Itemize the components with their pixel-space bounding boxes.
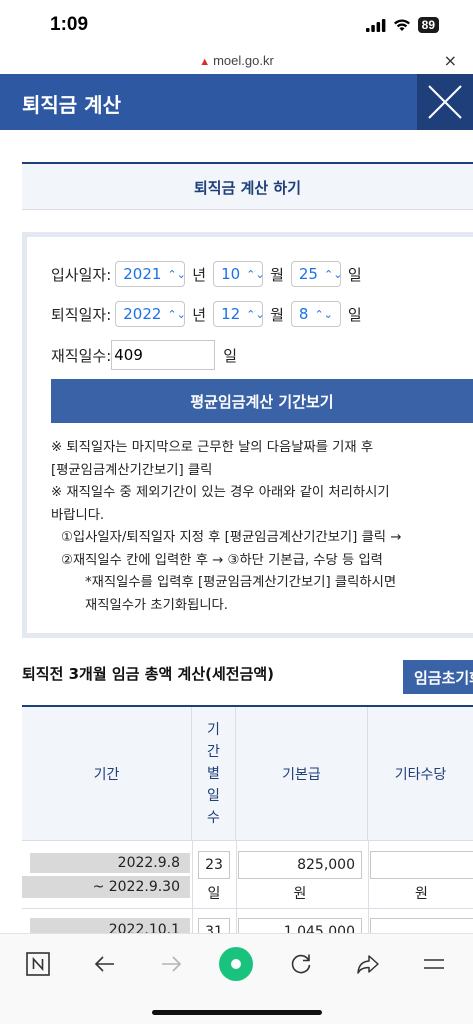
join-day-select[interactable]: 25 ⌃⌄	[290, 261, 343, 287]
header-period-days: 기 간 별 일 수	[192, 707, 236, 841]
table-row: 2022.10.1 31 1,045,000	[22, 910, 473, 933]
days-input[interactable]: 409	[111, 340, 216, 370]
unit-year: 년	[192, 305, 207, 324]
menu-icon	[424, 959, 444, 969]
home-indicator	[152, 1010, 322, 1015]
date-form: 입사일자: 2021 ⌃⌄ 년 10 ⌃⌄ 월 25 ⌃⌄ 일 퇴직일자: 2022 ⌃…	[22, 232, 473, 638]
header-base-pay: 기본급	[236, 707, 368, 841]
share-button[interactable]	[350, 946, 386, 982]
back-button[interactable]	[87, 946, 123, 982]
updown-icon: ⌃⌄	[167, 307, 186, 321]
notes: ※ 퇴직일자는 마지막으로 근무한 날의 다음날짜를 기재 후 [평균임금계산기…	[51, 437, 471, 617]
updown-icon: ⌃⌄	[246, 267, 265, 281]
status-time: 1:09	[50, 14, 89, 35]
updown-icon: ⌃⌄	[246, 307, 265, 321]
leave-date-label: 퇴직일자:	[51, 305, 112, 324]
home-icon	[219, 947, 253, 981]
note-line: 바랍니다.	[51, 507, 105, 523]
days-cell-input[interactable]: 31	[198, 918, 230, 933]
join-year-select[interactable]: 2021 ⌃⌄	[115, 261, 186, 287]
days-row: 재직일수: 409 일	[51, 340, 237, 370]
period-start: 2022.10.1	[30, 918, 190, 933]
other-allowance-unit: 원	[415, 886, 428, 902]
period-end: ~ 2022.9.30	[22, 876, 190, 898]
join-month-select[interactable]: 10 ⌃⌄	[213, 261, 265, 287]
days-cell-input[interactable]: 23	[198, 851, 230, 879]
unit-month: 월	[270, 265, 284, 284]
base-pay-input[interactable]: 1,045,000	[238, 918, 362, 933]
table-row: 2022.9.8 ~ 2022.9.30 23 일 825,000 원 원	[22, 841, 473, 909]
unit-month: 월	[270, 305, 284, 324]
other-allowance-input[interactable]	[370, 851, 473, 879]
signal-icon	[365, 18, 386, 32]
header-other-allowance: 기타수당	[368, 707, 473, 841]
updown-icon: ⌃⌄	[167, 267, 186, 281]
unit-day: 일	[347, 265, 362, 284]
updown-icon: ⌃⌄	[314, 307, 333, 321]
url-display[interactable]: ▲ moel.go.kr	[0, 53, 473, 68]
days-label: 재직일수:	[51, 346, 112, 365]
reload-button[interactable]	[283, 946, 319, 982]
close-icon	[428, 85, 462, 119]
join-date-label: 입사일자:	[51, 265, 112, 284]
note-line: ②재직일수 칸에 입력한 후 → ③하단 기본급, 수당 등 입력	[61, 552, 383, 568]
wifi-icon	[393, 19, 410, 31]
share-icon	[357, 955, 379, 974]
note-line: ※ 퇴직일자는 마지막으로 근무한 날의 다음날짜를 기재 후	[51, 440, 374, 455]
wage-table: 기간 기 간 별 일 수 기본급 기타수당 2022.9.8 ~ 2022.9.…	[22, 705, 473, 933]
close-tab-icon[interactable]: ×	[444, 51, 457, 70]
battery-indicator: 89	[417, 17, 439, 33]
browser-toolbar	[0, 933, 473, 1024]
n-app-icon	[26, 952, 50, 976]
updown-icon: ⌃⌄	[323, 267, 343, 281]
leave-day-select[interactable]: 8 ⌃⌄	[290, 301, 341, 327]
warning-icon: ▲	[199, 56, 211, 68]
reload-icon	[291, 954, 311, 974]
menu-button[interactable]	[416, 946, 452, 982]
view-period-button[interactable]: 평균임금계산 기간보기	[51, 379, 473, 423]
unit-day: 일	[347, 305, 362, 324]
url-bar[interactable]: ▲ moel.go.kr ×	[0, 50, 473, 74]
forward-button[interactable]	[153, 946, 189, 982]
back-icon	[94, 956, 114, 972]
app-header: 퇴직금 계산	[0, 74, 473, 130]
leave-date-row: 퇴직일자: 2022 ⌃⌄ 년 12 ⌃⌄ 월 8 ⌃⌄ 일	[51, 301, 365, 327]
close-button[interactable]	[417, 74, 473, 130]
status-bar: 1:09 89	[0, 0, 473, 50]
home-button[interactable]	[218, 946, 254, 982]
days-cell-unit: 일	[207, 886, 221, 902]
status-icons: 89	[365, 17, 439, 33]
note-line: ※ 재직일수 중 제외기간이 있는 경우 아래와 같이 처리하시기	[51, 485, 390, 500]
join-date-row: 입사일자: 2021 ⌃⌄ 년 10 ⌃⌄ 월 25 ⌃⌄ 일	[51, 261, 365, 287]
forward-icon	[162, 956, 182, 972]
wage-section-title: 퇴직전 3개월 임금 총액 계산(세전금액)	[22, 665, 275, 683]
note-line: [평균임금계산기간보기] 클릭	[51, 462, 213, 478]
unit-year: 년	[192, 265, 207, 284]
page-title: 퇴직금 계산	[22, 93, 121, 117]
calc-heading-text: 퇴직금 계산 하기	[193, 179, 302, 197]
note-line: 재직일수가 초기화됩니다.	[85, 597, 229, 613]
calc-section-heading: 퇴직금 계산 하기	[22, 162, 473, 210]
note-line: ①입사일자/퇴직일자 지정 후 [평균임금계산기간보기] 클릭 →	[61, 530, 402, 545]
leave-year-select[interactable]: 2022 ⌃⌄	[115, 301, 186, 327]
leave-month-select[interactable]: 12 ⌃⌄	[213, 301, 265, 327]
days-unit: 일	[223, 346, 238, 365]
period-start: 2022.9.8	[30, 853, 190, 873]
wage-reset-button[interactable]: 임금초기화	[403, 660, 473, 694]
other-allowance-input[interactable]	[370, 918, 473, 933]
note-line: *재직일수를 입력후 [평균임금계산기간보기] 클릭하시면	[85, 575, 397, 590]
header-period: 기간	[22, 707, 192, 841]
base-pay-unit: 원	[293, 886, 307, 902]
base-pay-input[interactable]: 825,000	[238, 851, 362, 879]
url-text: moel.go.kr	[213, 53, 274, 68]
n-app-button[interactable]	[20, 946, 56, 982]
